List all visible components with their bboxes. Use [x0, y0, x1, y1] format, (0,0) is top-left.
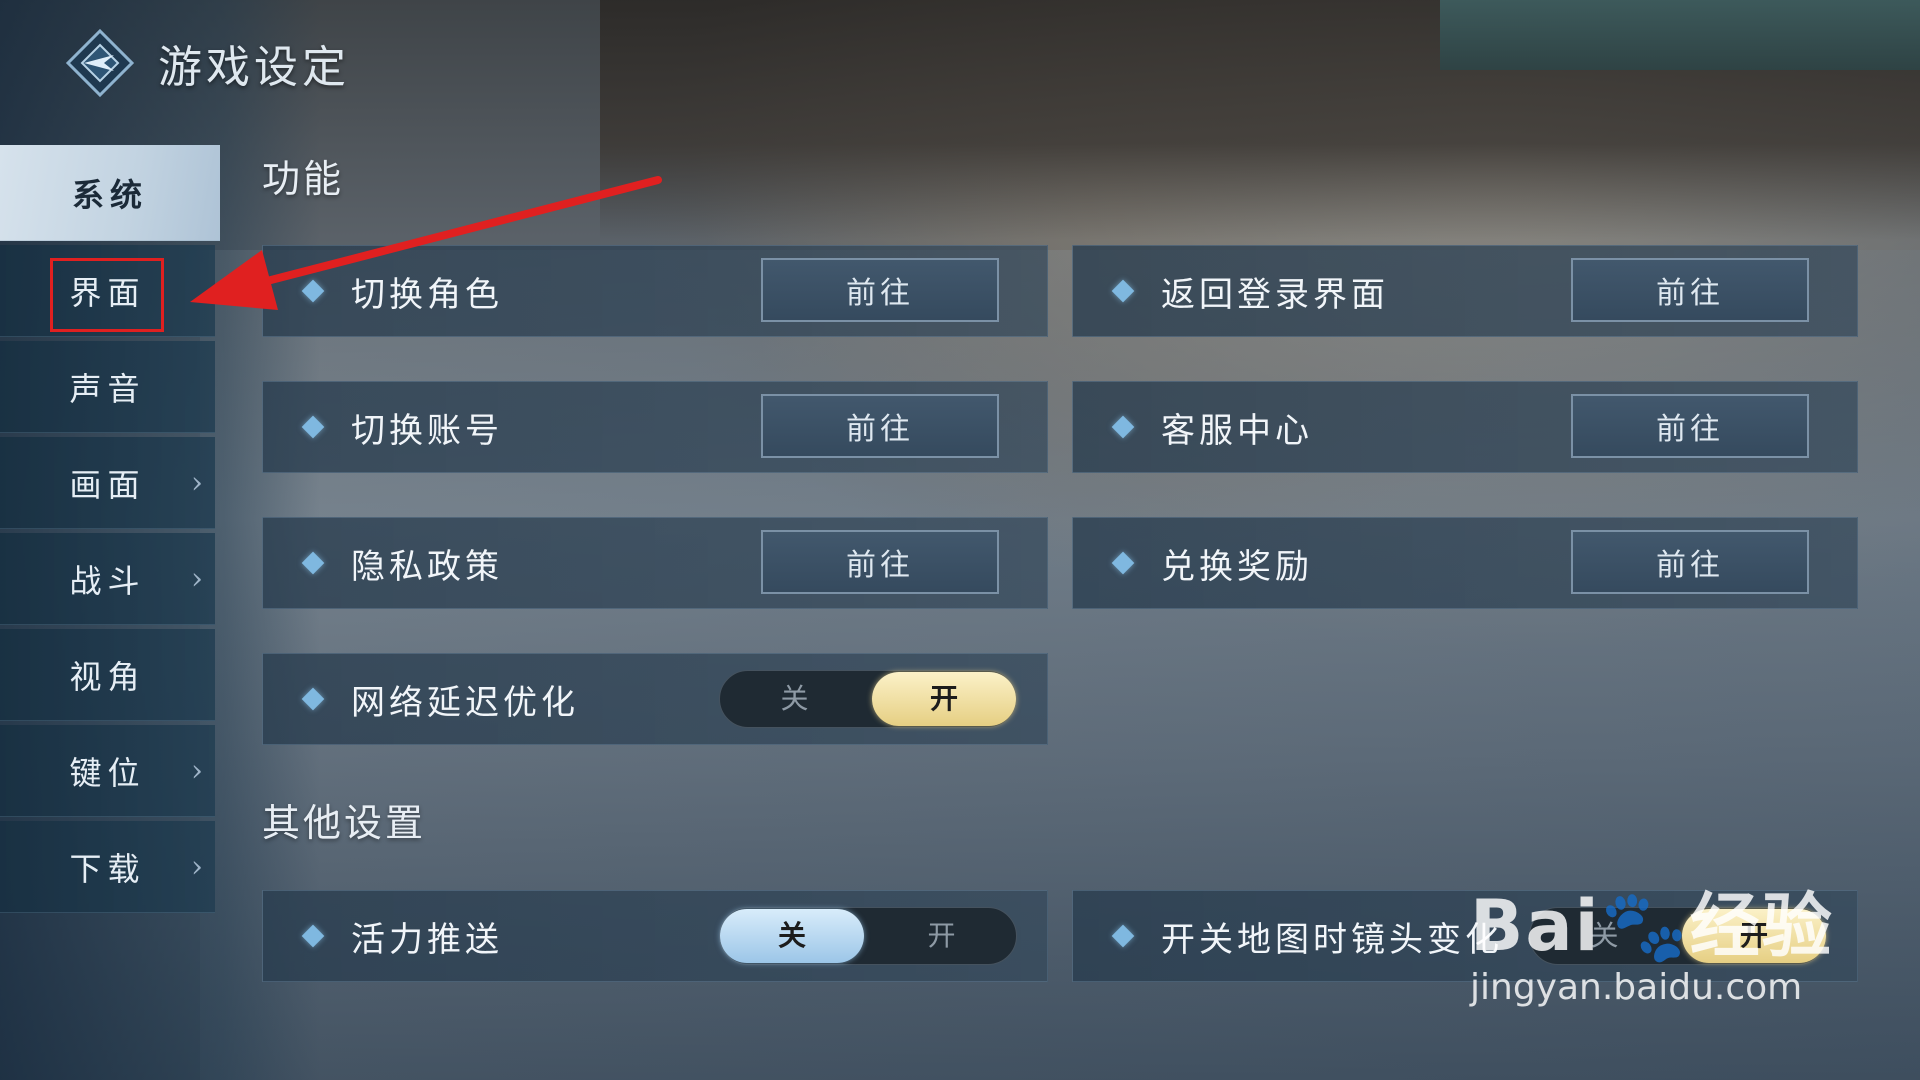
sidebar-item-label: 声音 [69, 369, 146, 408]
diamond-bullet-icon [301, 279, 325, 303]
sidebar-item-label: 系统 [71, 175, 148, 214]
diamond-bullet-icon [301, 415, 325, 439]
diamond-bullet-icon [301, 687, 325, 711]
sidebar-item-keybind[interactable]: 键位 › [0, 725, 215, 817]
page-title: 游戏设定 [158, 42, 350, 93]
settings-header: 游戏设定 [64, 18, 350, 108]
diamond-bullet-icon [301, 924, 325, 948]
switch-character-go-button[interactable]: 前往 [761, 258, 999, 322]
diamond-bullet-icon [1111, 924, 1135, 948]
row-label: 切换角色 [351, 274, 503, 315]
sidebar-item-combat[interactable]: 战斗 › [0, 533, 215, 625]
diamond-bullet-icon [301, 551, 325, 575]
row-label: 返回登录界面 [1161, 274, 1389, 315]
row-privacy-policy: 隐私政策 前往 [262, 517, 1048, 609]
diamond-bullet-icon [1111, 279, 1135, 303]
redeem-reward-go-button[interactable]: 前往 [1571, 530, 1809, 594]
sidebar-item-label: 视角 [69, 657, 146, 696]
chevron-right-icon: › [191, 561, 203, 596]
privacy-policy-go-button[interactable]: 前往 [761, 530, 999, 594]
switch-account-go-button[interactable]: 前往 [761, 394, 999, 458]
chevron-right-icon: › [191, 465, 203, 500]
toggle-on-knob[interactable]: 开 [872, 672, 1016, 726]
sidebar-item-download[interactable]: 下载 › [0, 821, 215, 913]
chevron-right-icon: › [191, 753, 203, 788]
sidebar-item-label: 画面 [69, 465, 146, 504]
toggle-off-option[interactable]: 关 [720, 671, 869, 727]
sidebar-item-label: 下载 [69, 849, 146, 888]
section-title-other: 其他设置 [262, 801, 427, 845]
row-label: 活力推送 [351, 919, 503, 960]
toggle-off-knob[interactable]: 关 [720, 909, 864, 963]
sidebar-item-camera[interactable]: 视角 [0, 629, 215, 721]
toggle-on-option[interactable]: 开 [867, 908, 1016, 964]
customer-service-go-button[interactable]: 前往 [1571, 394, 1809, 458]
diamond-bullet-icon [1111, 551, 1135, 575]
row-redeem-reward: 兑换奖励 前往 [1072, 517, 1858, 609]
sidebar-item-label: 界面 [69, 273, 146, 312]
baidu-url: jingyan.baidu.com [1470, 967, 1803, 1008]
chevron-right-icon: › [191, 849, 203, 884]
row-return-login: 返回登录界面 前往 [1072, 245, 1858, 337]
diamond-bullet-icon [1111, 415, 1135, 439]
sidebar-item-system[interactable]: 系统 [0, 145, 220, 241]
vitality-push-toggle[interactable]: 关 开 [719, 907, 1017, 965]
sidebar-item-graphics[interactable]: 画面 › [0, 437, 215, 529]
sidebar-item-sound[interactable]: 声音 [0, 341, 215, 433]
baidu-watermark: Bai🐾经验 jingyan.baidu.com [1470, 870, 1834, 1008]
row-switch-account: 切换账号 前往 [262, 381, 1048, 473]
sidebar-item-label: 键位 [69, 753, 146, 792]
row-label: 客服中心 [1161, 410, 1313, 451]
return-login-go-button[interactable]: 前往 [1571, 258, 1809, 322]
row-label: 切换账号 [351, 410, 503, 451]
sidebar-item-label: 战斗 [69, 561, 146, 600]
background-roof [1440, 0, 1920, 70]
row-label: 兑换奖励 [1161, 546, 1313, 587]
row-switch-character: 切换角色 前往 [262, 245, 1048, 337]
section-title-function: 功能 [262, 157, 345, 201]
row-network-latency: 网络延迟优化 关 开 [262, 653, 1048, 745]
network-latency-toggle[interactable]: 关 开 [719, 670, 1017, 728]
row-vitality-push: 活力推送 关 开 [262, 890, 1048, 982]
row-label: 网络延迟优化 [351, 682, 579, 723]
row-customer-service: 客服中心 前往 [1072, 381, 1858, 473]
baidu-logo: Bai🐾经验 [1470, 885, 1834, 967]
settings-sidebar: 系统 界面 声音 画面 › 战斗 › 视角 键位 › 下载 › [0, 145, 220, 917]
game-logo-icon [64, 27, 136, 99]
row-label: 开关地图时镜头变化 [1161, 919, 1503, 960]
sidebar-item-interface[interactable]: 界面 [0, 245, 215, 337]
row-label: 隐私政策 [351, 546, 503, 587]
